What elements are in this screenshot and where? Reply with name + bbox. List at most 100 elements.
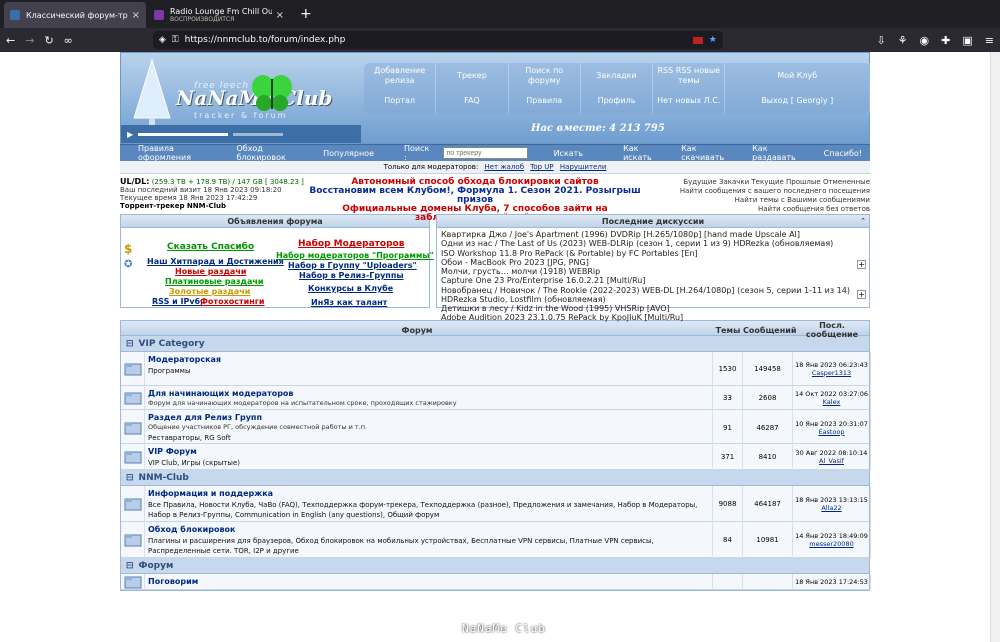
subforums[interactable]: Реставраторы, RG Soft [148, 433, 709, 443]
forum-title[interactable]: VIP Форум [148, 447, 709, 456]
ann-mod-recruit[interactable]: Набор Модераторов [298, 239, 404, 249]
menu-add-release[interactable]: Добавление релиза [364, 63, 437, 89]
collapse-icon[interactable]: ⌃ [860, 217, 866, 225]
discussion-item[interactable]: Молчи, грусть… молчи (1918) WEBRip [441, 267, 853, 276]
nav-bypass[interactable]: Обход блокировок [228, 144, 315, 162]
nav-how-download[interactable]: Как скачивать [673, 144, 744, 162]
downloads-icon[interactable]: ⇩ [876, 34, 885, 47]
nav-how-seed[interactable]: Как раздавать [744, 144, 816, 162]
ann-thanks[interactable]: Сказать Спасибо [167, 242, 254, 252]
discussion-item[interactable]: Новобранец / Новичок / The Rookie (2022-… [441, 286, 853, 304]
search-input[interactable] [442, 147, 528, 159]
close-tab-icon[interactable]: × [276, 10, 284, 21]
expand-icon[interactable]: + [857, 260, 866, 269]
extension-icon[interactable]: ✚ [941, 34, 950, 47]
menu-bookmarks[interactable]: Закладки [581, 63, 654, 89]
last-post-user[interactable]: Al_Vasif [819, 457, 844, 465]
category-header[interactable]: ⊟ VIP Category [121, 336, 869, 352]
ann-rss[interactable]: RSS и IPv6, [152, 297, 203, 306]
discussion-item[interactable]: Capture One 23 Pro/Enterprise 16.0.2.21 … [441, 276, 853, 285]
promo-line-2[interactable]: Восстановим всем Клубом!, Формула 1. Сез… [295, 187, 655, 205]
discussion-item[interactable]: Квартирка Джо / Joe's Apartment (1996) D… [441, 230, 853, 239]
ann-new[interactable]: Новые раздачи [175, 267, 246, 276]
progress-bar[interactable] [138, 132, 229, 136]
back-icon[interactable]: ← [6, 34, 15, 47]
last-post-user[interactable]: messer20080 [809, 540, 853, 548]
nav-how-search[interactable]: Как искать [615, 144, 673, 162]
ann-photohost[interactable]: Фотохостинги [200, 297, 265, 306]
nav-popular[interactable]: Популярное [315, 149, 382, 158]
menu-messages[interactable]: Нет новых Л.С. [653, 89, 726, 113]
volume-bar[interactable] [233, 132, 284, 136]
forward-icon[interactable]: → [25, 34, 34, 47]
subforums[interactable]: VIP Club, Игры (скрытые) [148, 458, 709, 468]
mod-link-violators[interactable]: Нарушители [560, 163, 607, 171]
mod-link-complaints[interactable]: Нет жалоб [484, 163, 524, 171]
category-header[interactable]: ⊟ Форум [121, 558, 869, 574]
ann-gold[interactable]: Золотые раздачи [169, 287, 250, 296]
extension-icon[interactable]: ◉ [920, 34, 930, 47]
new-tab-icon[interactable]: + [300, 6, 312, 22]
scrollbar[interactable] [990, 52, 1000, 642]
ann-platinum[interactable]: Платиновые раздачи [165, 277, 263, 286]
tab-forum[interactable]: Классический форум-трекер × [4, 2, 146, 28]
radio-player[interactable]: ▶ [121, 125, 361, 143]
last-post-user[interactable]: Eastoop [818, 428, 844, 436]
address-bar[interactable]: ◈ ⚿ https://nnmclub.to/forum/index.php ★ [152, 31, 723, 49]
subforums[interactable]: Все Правила, Новости Клуба, ЧаВо (FAQ), … [148, 500, 709, 520]
ann-contests[interactable]: Конкурсы в Клубе [308, 284, 393, 293]
forum-title[interactable]: Для начинающих модераторов [148, 389, 709, 398]
menu-forum-search[interactable]: Поиск по форуму [509, 63, 581, 89]
site-logo[interactable]: free leech day NaNaMe Club tracker & for… [126, 56, 361, 126]
last-post-user[interactable]: Alla22 [821, 504, 841, 512]
last-post-user[interactable]: Casper1313 [812, 369, 851, 377]
lock-icon[interactable]: ⚿ [172, 35, 179, 45]
extension-icon[interactable]: ▣ [962, 34, 972, 47]
ann-mod-programs[interactable]: Набор модераторов "Программы" [276, 251, 434, 260]
extension-icon[interactable]: ⚘ [898, 34, 908, 47]
menu-profile[interactable]: Профиль [581, 89, 654, 113]
last-post-user[interactable]: Kalex [823, 398, 841, 406]
search-button[interactable]: Искать [546, 149, 592, 158]
ann-hitparade[interactable]: Наш Хитпарад и Достижения [147, 257, 284, 266]
menu-rss[interactable]: RSS RSS новые темы [653, 63, 726, 89]
play-icon[interactable]: ▶ [127, 130, 133, 139]
menu-icon[interactable]: ≡ [985, 34, 994, 47]
quick-link[interactable]: Найти сообщения с вашего последнего посе… [680, 187, 870, 196]
expand-icon[interactable]: + [857, 290, 866, 299]
menu-tracker[interactable]: Трекер [436, 63, 509, 89]
forum-title[interactable]: Обход блокировок [148, 525, 709, 534]
quick-link[interactable]: Найти сообщения без ответов [680, 205, 870, 214]
subforums[interactable]: Плагины и расширения для браузеров, Обхо… [148, 536, 709, 556]
menu-logout[interactable]: Выход [ Georgiy ] [725, 89, 870, 113]
forum-title[interactable]: Модераторская [148, 355, 709, 364]
infinity-icon[interactable]: ∞ [64, 34, 73, 47]
ann-uploaders[interactable]: Набор в Группу "Uploaders" [288, 261, 417, 270]
flag-icon[interactable] [692, 36, 703, 44]
discussion-item[interactable]: Детишки в лесу / Kidz in the Wood (1995)… [441, 304, 853, 313]
forum-title[interactable]: Поговорим [148, 577, 709, 586]
category-header[interactable]: ⊟ NNM-Club [121, 470, 869, 486]
close-tab-icon[interactable]: × [132, 10, 140, 21]
nav-thanks[interactable]: Спасибо! [816, 149, 870, 158]
forum-title[interactable]: Информация и поддержка [148, 489, 709, 498]
discussion-item[interactable]: Обои - MacBook Pro 2023 [JPG, PNG] [441, 258, 853, 267]
collapse-icon[interactable]: ⊟ [126, 561, 134, 571]
discussion-item[interactable]: Одни из нас / The Last of Us (2023) WEB-… [441, 239, 853, 248]
collapse-icon[interactable]: ⊟ [126, 473, 134, 483]
discussion-item[interactable]: Adobe Audition 2023 23.1.0.75 RePack by … [441, 313, 853, 322]
menu-rules[interactable]: Правила [509, 89, 581, 113]
star-icon[interactable]: ★ [709, 35, 717, 45]
shield-icon[interactable]: ◈ [159, 35, 166, 45]
menu-faq[interactable]: FAQ [436, 89, 509, 113]
discussion-item[interactable]: ISO Workshop 11.8 Pro RePack (& Portable… [441, 249, 853, 258]
mod-link-topup[interactable]: Top UP [530, 163, 553, 171]
quick-link[interactable]: Будущие Закачки Текущие Прошлые Отмененн… [680, 178, 870, 187]
menu-my-club[interactable]: Мой Клуб [725, 63, 870, 89]
nav-rules[interactable]: Правила оформления [130, 144, 228, 162]
menu-portal[interactable]: Портал [364, 89, 437, 113]
forum-title[interactable]: Раздел для Релиз Групп [148, 413, 709, 422]
reload-icon[interactable]: ↻ [44, 34, 53, 47]
subforums[interactable]: Программы [148, 366, 709, 376]
ann-release-groups[interactable]: Набор в Релиз-Группы [299, 271, 404, 280]
